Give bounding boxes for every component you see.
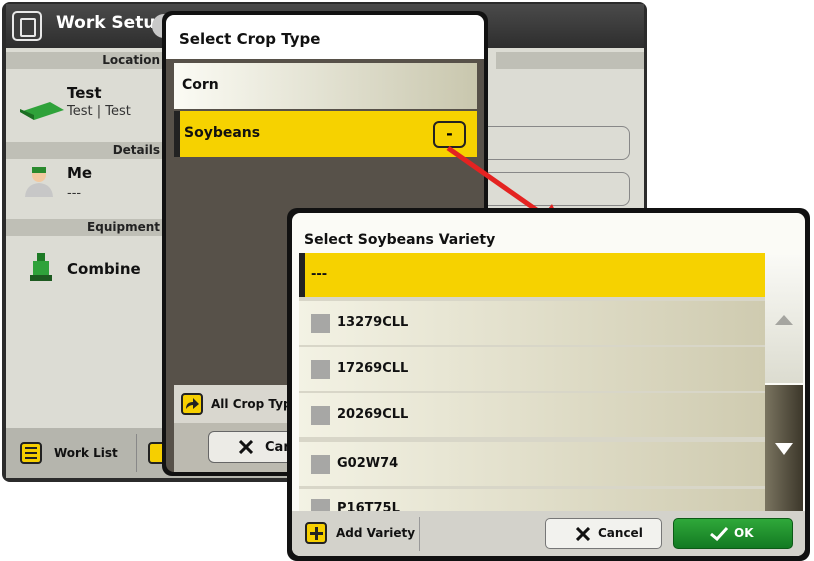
variety-ok-label: OK — [734, 526, 754, 540]
crop-dialog-header: Select Crop Type — [166, 15, 484, 59]
equipment-title[interactable]: Combine — [67, 260, 141, 278]
selection-indicator — [299, 253, 305, 297]
variety-list: --- 13279CLL 17269CLL 20269CLL G02W74 P1… — [299, 253, 765, 511]
share-arrow-icon — [181, 393, 203, 415]
variety-item[interactable]: 13279CLL — [299, 301, 765, 345]
all-crop-types-label: All Crop Typ — [211, 397, 292, 411]
work-list-button[interactable]: Work List — [54, 446, 118, 460]
work-setup-title: Work Setup — [56, 13, 168, 33]
close-x-icon — [576, 527, 590, 541]
location-title[interactable]: Test — [67, 84, 102, 102]
variety-item[interactable]: 20269CLL — [299, 393, 765, 437]
details-section-header: Details — [6, 142, 166, 159]
variety-color-swatch — [311, 455, 330, 474]
equipment-section-header: Equipment — [6, 219, 166, 236]
variety-item-label: 13279CLL — [337, 315, 409, 330]
variety-color-swatch — [311, 360, 330, 379]
add-variety-button[interactable]: Add Variety — [292, 515, 419, 552]
variety-color-swatch — [311, 406, 330, 425]
variety-color-swatch — [311, 499, 330, 511]
add-variety-label: Add Variety — [336, 526, 416, 540]
crop-dialog-title: Select Crop Type — [179, 30, 321, 48]
operator-title[interactable]: Me — [67, 164, 92, 182]
variety-item-none[interactable]: --- — [299, 253, 765, 297]
variety-cancel-label: Cancel — [598, 526, 643, 540]
scroll-down-button[interactable] — [765, 385, 803, 512]
variety-color-swatch — [311, 314, 330, 333]
footer-divider — [136, 434, 137, 472]
variety-item-label: P16T75L — [337, 501, 400, 511]
list-icon — [20, 442, 42, 464]
scroll-down-arrow-icon — [775, 443, 793, 455]
variety-dialog-panel: Select Soybeans Variety --- 13279CLL 172… — [292, 213, 805, 556]
close-x-icon — [239, 440, 253, 454]
select-variety-dialog: Select Soybeans Variety --- 13279CLL 172… — [287, 208, 810, 561]
location-section-header-right — [496, 52, 644, 69]
variety-item[interactable]: G02W74 — [299, 442, 765, 486]
variety-dialog-footer: Add Variety Cancel OK — [292, 511, 805, 556]
variety-item-label: G02W74 — [337, 456, 399, 471]
crop-option-corn[interactable]: Corn — [174, 63, 477, 109]
combine-icon — [30, 253, 52, 281]
variety-dialog-title: Select Soybeans Variety — [304, 232, 496, 248]
location-section-header: Location — [6, 52, 166, 69]
footer-divider — [419, 517, 420, 551]
crop-option-label: Soybeans — [184, 125, 261, 141]
crop-option-label: Corn — [182, 77, 219, 93]
location-subtitle: Test | Test — [67, 104, 131, 119]
crop-option-soybeans[interactable]: Soybeans - — [174, 111, 477, 157]
selection-indicator — [174, 111, 180, 157]
scroll-up-button[interactable] — [765, 255, 803, 383]
variety-item[interactable]: 17269CLL — [299, 347, 765, 391]
variety-item-label: --- — [311, 267, 328, 282]
variety-ok-button[interactable]: OK — [673, 518, 793, 549]
work-setup-icon — [12, 11, 42, 41]
variety-item[interactable]: P16T75L — [299, 489, 765, 511]
operator-subtitle: --- — [67, 186, 82, 201]
variety-cancel-button[interactable]: Cancel — [545, 518, 662, 549]
scroll-up-arrow-icon — [775, 315, 793, 325]
variety-item-label: 20269CLL — [337, 407, 409, 422]
operator-icon — [25, 167, 53, 197]
add-icon — [305, 522, 327, 544]
variety-item-label: 17269CLL — [337, 361, 409, 376]
field-icon — [20, 102, 64, 120]
checkmark-icon — [710, 527, 728, 541]
